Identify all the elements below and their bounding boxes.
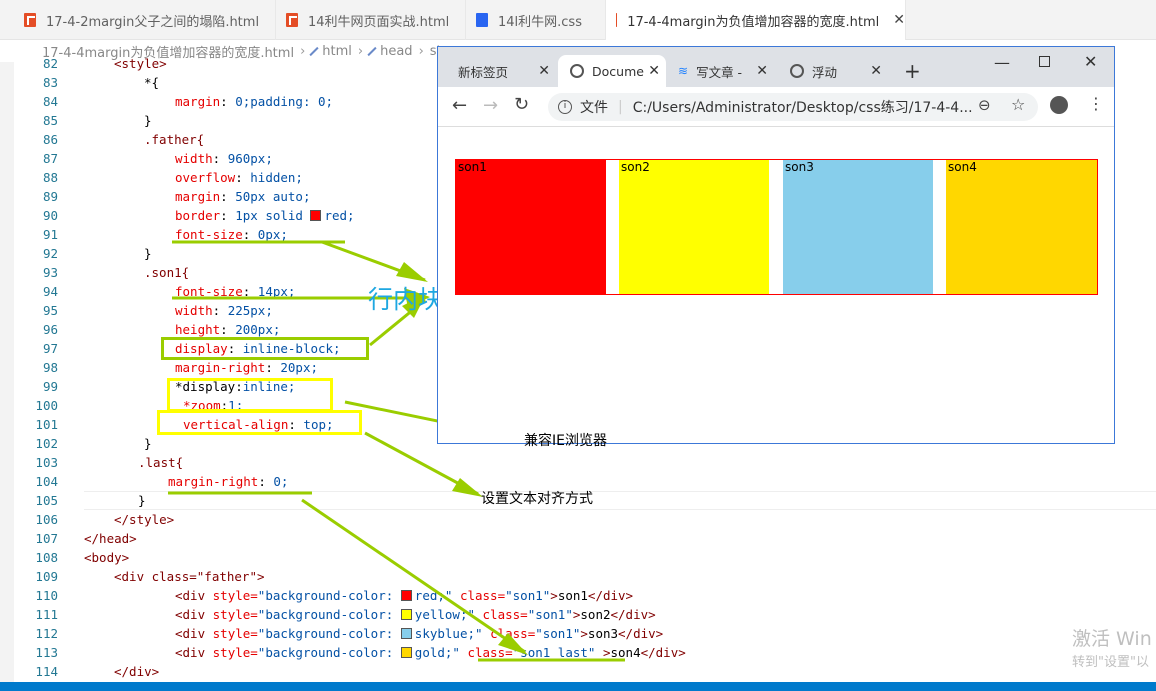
browser-tab-strip: 新标签页 ✕ Docume ✕ ≋ 写文章 - ✕ 浮动 ✕ + — ✕ [438,47,1114,87]
info-icon[interactable]: i [558,100,572,114]
annotation-label: 兼容IE浏览器 [524,433,607,449]
reload-icon[interactable]: ↻ [514,94,529,115]
close-icon[interactable]: ✕ [648,63,660,79]
close-icon[interactable]: ✕ [756,63,768,79]
globe-icon [790,64,804,78]
status-bar [0,682,1156,691]
browser-tab-active[interactable]: Docume ✕ [558,55,666,87]
browser-tab[interactable]: ≋ 写文章 - ✕ [666,55,776,87]
address-scheme-label: 文件 [580,100,608,116]
zoom-icon[interactable]: ⊖ [978,96,991,114]
son-box: son2 [619,160,769,294]
bookmark-star-icon[interactable]: ☆ [1011,95,1025,114]
annotation-label: 设置文本对齐方式 [481,491,593,507]
account-icon[interactable] [1050,96,1068,114]
back-icon[interactable]: ← [452,95,467,116]
browser-tab-label: 新标签页 [458,64,509,80]
more-menu-icon[interactable]: ⋮ [1088,94,1104,113]
browser-window: 新标签页 ✕ Docume ✕ ≋ 写文章 - ✕ 浮动 ✕ + — ✕ ← →… [437,46,1115,444]
divider: | [618,99,623,115]
new-tab-button[interactable]: + [904,59,921,83]
son-box: son4 [946,160,1097,294]
address-bar[interactable]: i 文件 | C:/Users/Administrator/Desktop/cs… [548,93,1038,121]
browser-tab-label: 浮动 [812,64,838,80]
maximize-icon[interactable] [1039,56,1050,67]
son-box: son1 [456,160,606,294]
close-icon[interactable]: ✕ [538,63,550,79]
forward-icon[interactable]: → [483,95,498,116]
close-window-icon[interactable]: ✕ [1084,52,1097,71]
juejin-logo-icon: ≋ [678,64,689,78]
globe-icon [570,64,584,78]
close-icon[interactable]: ✕ [870,63,882,79]
browser-tab[interactable]: 新标签页 ✕ [446,55,558,87]
minimize-icon[interactable]: — [994,53,1010,72]
activation-watermark: 激活 Win [1072,628,1152,650]
browser-tab[interactable]: 浮动 ✕ [778,55,890,87]
address-text: C:/Users/Administrator/Desktop/css练习/17-… [632,100,973,116]
browser-tab-label: 写文章 - [696,64,743,80]
activation-watermark-sub: 转到"设置"以 [1072,655,1149,670]
son-box: son3 [783,160,933,294]
browser-tab-label: Docume [592,63,644,79]
browser-toolbar: ← → ↻ i 文件 | C:/Users/Administrator/Desk… [438,87,1114,127]
